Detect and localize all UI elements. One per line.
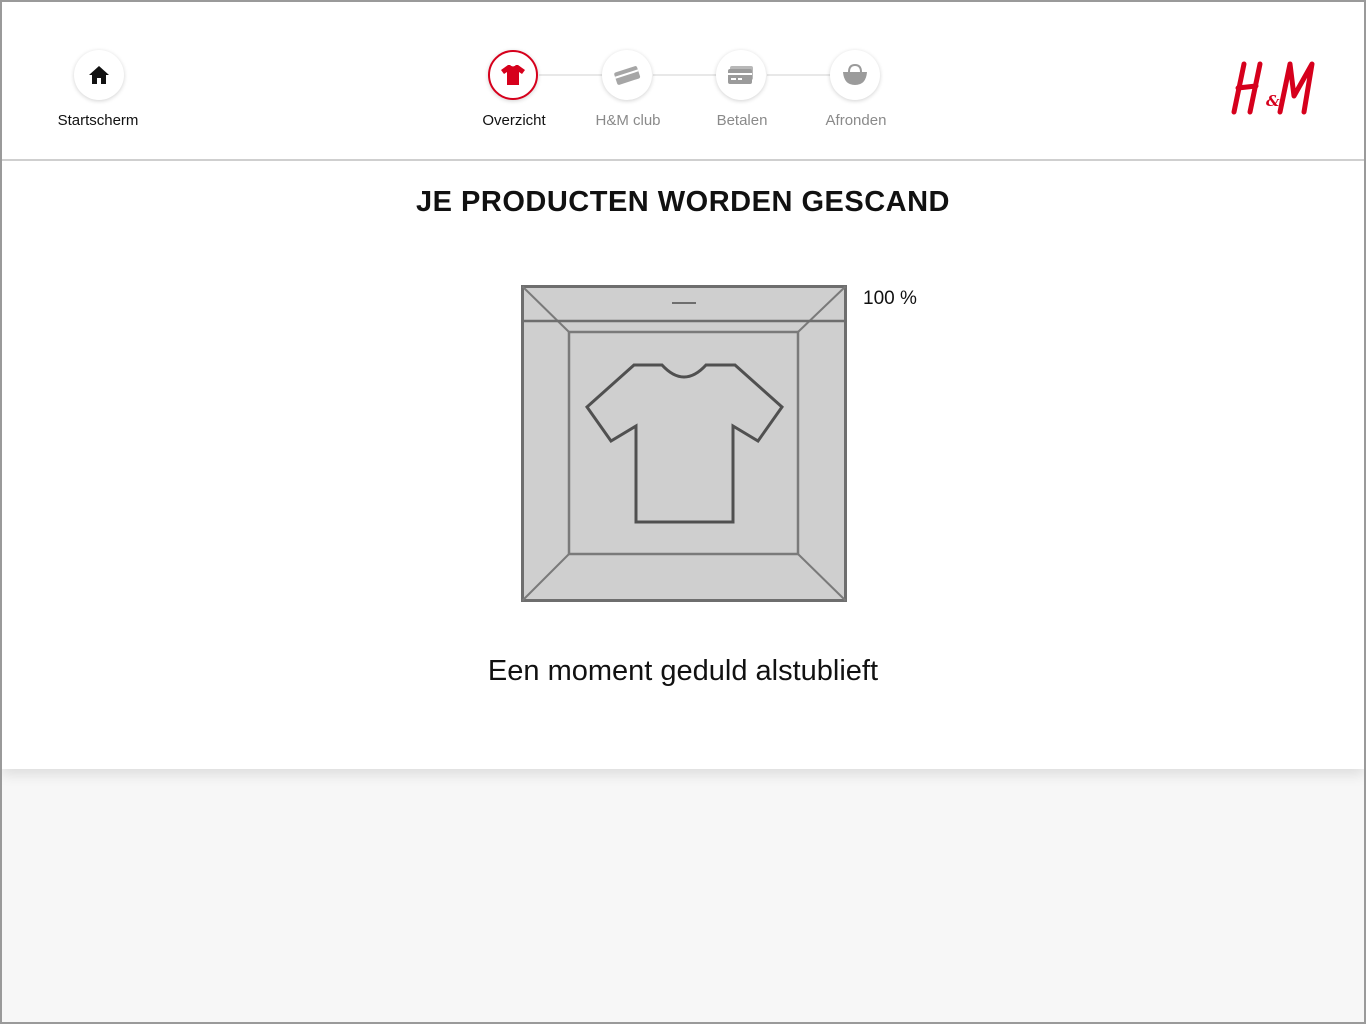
scan-progress-percent: 100 % — [863, 288, 917, 309]
header-bar: Startscherm Overzicht H&M club Betalen A… — [2, 2, 1364, 161]
hm-logo: & — [1231, 61, 1315, 115]
page-title: JE PRODUCTEN WORDEN GESCAND — [416, 186, 950, 218]
home-label: Startscherm — [57, 112, 139, 129]
step-connector — [653, 74, 717, 76]
home-icon — [89, 66, 109, 84]
step-hm-club[interactable] — [602, 50, 652, 100]
step-betalen[interactable] — [716, 50, 766, 100]
step-connector — [539, 74, 603, 76]
basket-icon — [843, 63, 867, 85]
card-icon — [614, 66, 641, 85]
home-button[interactable] — [74, 50, 124, 100]
scan-box-illustration — [521, 285, 847, 602]
tshirt-icon — [501, 65, 525, 85]
svg-text:&: & — [1266, 92, 1280, 110]
step-afronden[interactable] — [830, 50, 880, 100]
step-label-afronden: Afronden — [825, 112, 887, 129]
wait-message: Een moment geduld alstublieft — [487, 655, 879, 687]
step-connector — [767, 74, 831, 76]
main-card: Startscherm Overzicht H&M club Betalen A… — [2, 2, 1364, 769]
payment-card-icon — [728, 66, 753, 84]
step-overzicht[interactable] — [488, 50, 538, 100]
